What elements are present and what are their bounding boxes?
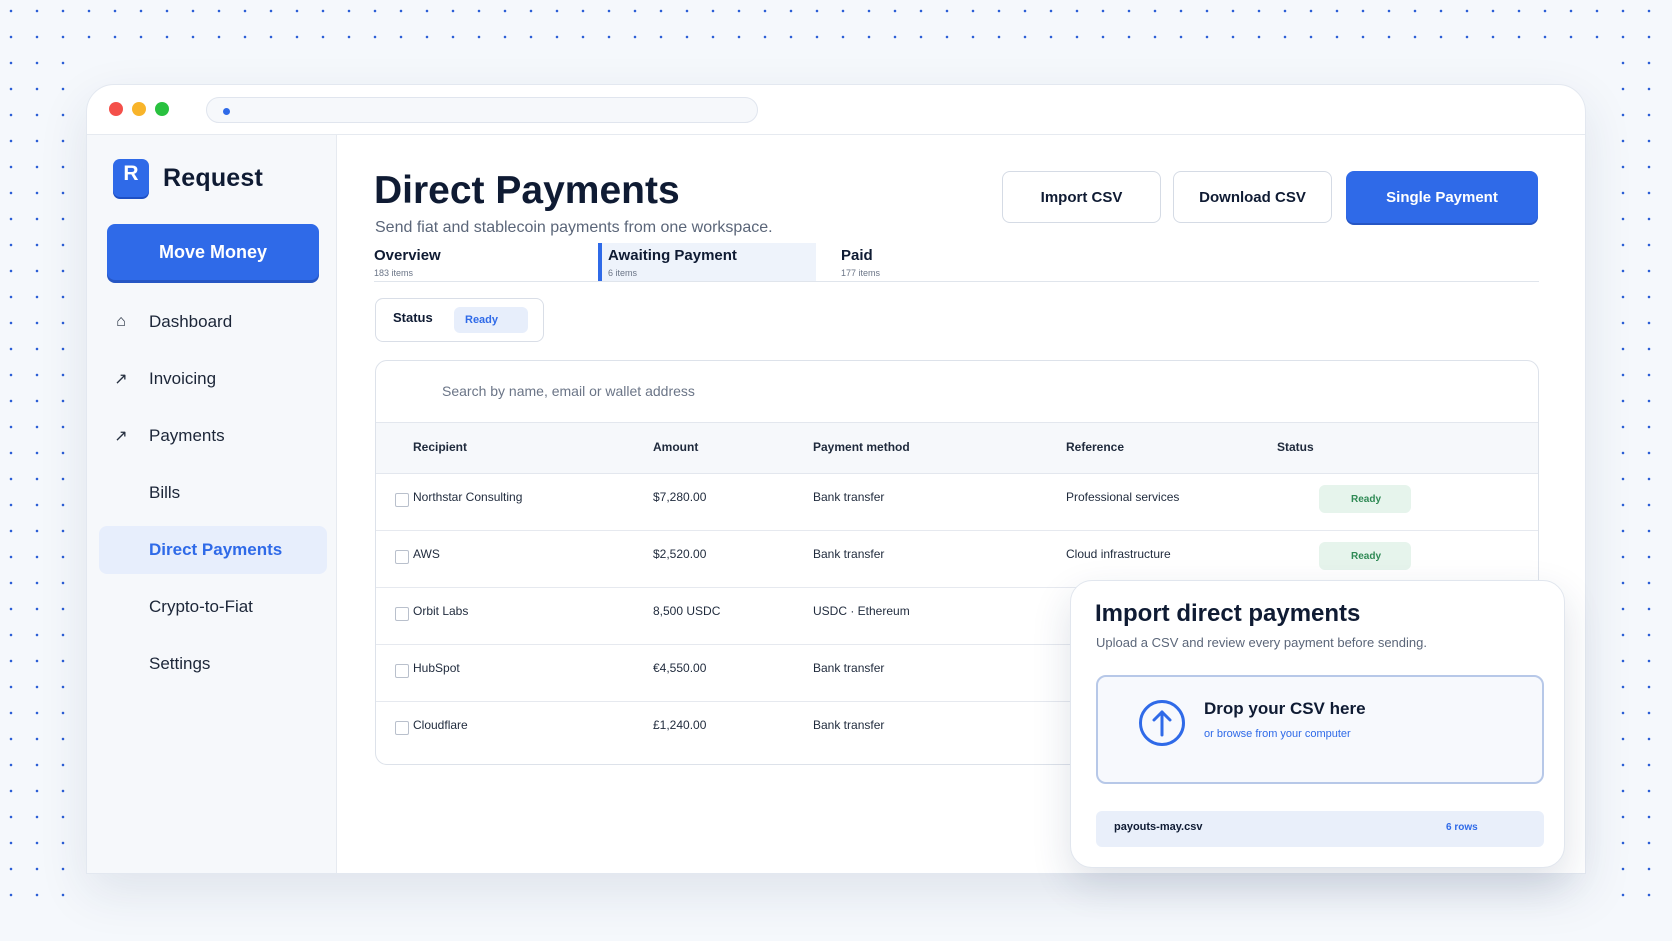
amount-cell: $7,280.00 bbox=[653, 490, 707, 504]
row-checkbox[interactable] bbox=[395, 721, 409, 735]
amount-cell: $2,520.00 bbox=[653, 547, 707, 561]
download-csv-button[interactable]: Download CSV bbox=[1173, 171, 1332, 223]
tab-count: 177 items bbox=[841, 268, 881, 278]
sidebar-item-dashboard[interactable]: ⌂ Dashboard bbox=[99, 298, 327, 346]
payment-method-cell: Bank transfer bbox=[813, 490, 885, 504]
status-tabs: Overview 183 items Awaiting Payment 6 it… bbox=[374, 243, 1539, 282]
table-header: Recipient Amount Payment method Referenc… bbox=[376, 423, 1538, 474]
status-badge: Ready bbox=[1319, 485, 1411, 513]
search-input[interactable] bbox=[442, 379, 1042, 403]
browser-titlebar bbox=[87, 85, 1585, 135]
recipient-cell: Cloudflare bbox=[413, 718, 468, 732]
sidebar-item-label: Settings bbox=[149, 654, 211, 673]
amount-cell: £1,240.00 bbox=[653, 718, 707, 732]
uploaded-file-row[interactable]: payouts-may.csv 6 rows bbox=[1096, 811, 1544, 847]
recipient-cell: AWS bbox=[413, 547, 440, 561]
browse-files-link[interactable]: or browse from your computer bbox=[1204, 728, 1351, 740]
sidebar-item-settings[interactable]: Settings bbox=[99, 640, 327, 688]
close-window-dot[interactable] bbox=[109, 102, 123, 116]
upload-icon bbox=[1139, 700, 1185, 746]
brand-logo[interactable]: R Request bbox=[113, 159, 263, 197]
payment-method-cell: Bank transfer bbox=[813, 718, 885, 732]
modal-subtitle: Upload a CSV and review every payment be… bbox=[1096, 635, 1427, 650]
sidebar-item-label: Payments bbox=[149, 426, 225, 445]
status-filter[interactable]: Status Ready bbox=[375, 298, 544, 342]
status-filter-label: Status bbox=[393, 310, 433, 325]
column-header-reference[interactable]: Reference bbox=[1066, 440, 1124, 454]
column-header-amount[interactable]: Amount bbox=[653, 440, 698, 454]
arrow-up-right-icon: ↗ bbox=[114, 428, 128, 445]
sidebar: R Request Move Money ⌂ Dashboard ↗ Invoicin… bbox=[87, 135, 337, 873]
home-icon: ⌂ bbox=[116, 313, 126, 330]
sidebar-item-direct-payments[interactable]: Direct Payments bbox=[99, 526, 327, 574]
import-csv-button[interactable]: Import CSV bbox=[1002, 171, 1161, 223]
file-row-count: 6 rows bbox=[1446, 822, 1478, 833]
sidebar-item-label: Crypto-to-Fiat bbox=[149, 597, 253, 616]
reference-cell: Professional services bbox=[1066, 490, 1180, 504]
maximize-window-dot[interactable] bbox=[155, 102, 169, 116]
tab-paid[interactable]: Paid 177 items bbox=[841, 243, 1041, 281]
payment-method-cell: Bank transfer bbox=[813, 661, 885, 675]
import-modal: Import direct payments Upload a CSV and … bbox=[1070, 580, 1565, 868]
column-header-status[interactable]: Status bbox=[1277, 440, 1314, 454]
sidebar-item-crypto-to-fiat[interactable]: Crypto-to-Fiat bbox=[99, 583, 327, 631]
tab-count: 183 items bbox=[374, 268, 414, 278]
row-checkbox[interactable] bbox=[395, 493, 409, 507]
table-row[interactable]: Northstar Consulting $7,280.00 Bank transf… bbox=[376, 474, 1538, 531]
sidebar-item-label: Bills bbox=[149, 483, 181, 502]
modal-title: Import direct payments bbox=[1095, 600, 1361, 627]
status-filter-chip[interactable]: Ready bbox=[454, 307, 528, 333]
tab-label: Awaiting Payment bbox=[608, 247, 737, 264]
tab-awaiting-payment[interactable]: Awaiting Payment 6 items bbox=[598, 243, 816, 281]
tab-count: 6 items bbox=[608, 268, 638, 278]
recipient-cell: HubSpot bbox=[413, 661, 460, 675]
site-indicator-icon bbox=[223, 108, 230, 115]
page-backdrop-bottom bbox=[0, 906, 1672, 941]
sidebar-nav: ⌂ Dashboard ↗ Invoicing ↗ Payments Bills Direct… bbox=[99, 298, 327, 697]
dropzone-title: Drop your CSV here bbox=[1204, 699, 1366, 718]
row-checkbox[interactable] bbox=[395, 607, 409, 621]
page-title: Direct Payments bbox=[374, 169, 680, 212]
column-header-recipient[interactable]: Recipient bbox=[413, 440, 467, 454]
table-search bbox=[376, 361, 1538, 423]
arrow-up-right-icon: ↗ bbox=[114, 371, 128, 388]
csv-dropzone[interactable]: Drop your CSV here or browse from your c… bbox=[1096, 675, 1544, 784]
row-checkbox[interactable] bbox=[395, 664, 409, 678]
file-name: payouts-may.csv bbox=[1114, 821, 1203, 833]
minimize-window-dot[interactable] bbox=[132, 102, 146, 116]
sidebar-item-label: Direct Payments bbox=[149, 540, 283, 559]
payment-method-cell: USDC · Ethereum bbox=[813, 604, 910, 618]
reference-cell: Cloud infrastructure bbox=[1066, 547, 1171, 561]
move-money-button[interactable]: Move Money bbox=[107, 224, 319, 280]
tab-label: Paid bbox=[841, 247, 873, 264]
tab-overview[interactable]: Overview 183 items bbox=[374, 243, 574, 281]
logo-icon: R bbox=[113, 159, 149, 197]
amount-cell: 8,500 USDC bbox=[653, 604, 721, 618]
sidebar-item-label: Invoicing bbox=[149, 369, 217, 388]
sidebar-item-label: Dashboard bbox=[149, 312, 233, 331]
recipient-cell: Orbit Labs bbox=[413, 604, 469, 618]
sidebar-item-payments[interactable]: ↗ Payments bbox=[99, 412, 327, 460]
page-subtitle: Send fiat and stablecoin payments from o… bbox=[375, 219, 773, 236]
brand-name: Request bbox=[163, 163, 264, 192]
single-payment-button[interactable]: Single Payment bbox=[1346, 171, 1538, 223]
sidebar-item-invoicing[interactable]: ↗ Invoicing bbox=[99, 355, 327, 403]
sidebar-item-bills[interactable]: Bills bbox=[99, 469, 327, 517]
recipient-cell: Northstar Consulting bbox=[413, 490, 523, 504]
status-badge: Ready bbox=[1319, 542, 1411, 570]
payment-method-cell: Bank transfer bbox=[813, 547, 885, 561]
amount-cell: €4,550.00 bbox=[653, 661, 707, 675]
tab-label: Overview bbox=[374, 247, 441, 264]
column-header-payment-method[interactable]: Payment method bbox=[813, 440, 910, 454]
address-bar[interactable] bbox=[206, 97, 758, 123]
row-checkbox[interactable] bbox=[395, 550, 409, 564]
